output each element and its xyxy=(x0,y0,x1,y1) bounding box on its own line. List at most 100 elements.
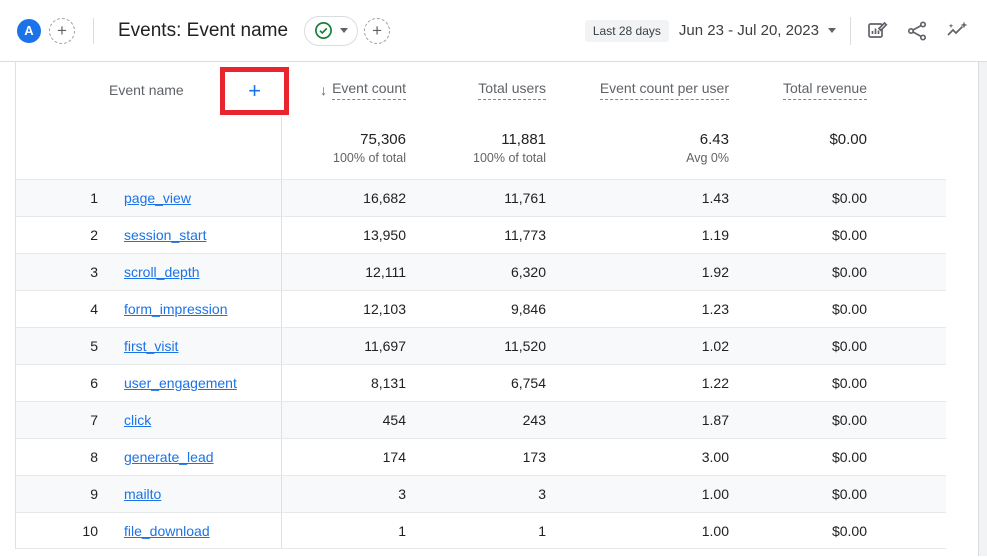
report-status-dropdown[interactable] xyxy=(304,16,358,46)
total-users-cell: 9,846 xyxy=(406,291,546,327)
date-range-badge: Last 28 days xyxy=(585,20,669,42)
table-row: 10 file_download 1 1 1.00 $0.00 xyxy=(16,512,946,549)
event-name-cell: 9 mailto xyxy=(16,476,282,512)
app-bar-right: Last 28 days Jun 23 - Jul 20, 2023 xyxy=(585,17,969,45)
table-row: 3 scroll_depth 12,111 6,320 1.92 $0.00 xyxy=(16,253,946,290)
total-users-cell: 243 xyxy=(406,402,546,438)
customize-report-icon[interactable] xyxy=(865,19,889,43)
row-rank: 9 xyxy=(61,486,98,502)
totals-event-count: 75,306 100% of total xyxy=(282,117,406,179)
plus-icon: + xyxy=(372,21,382,41)
count-per-user-cell: 1.87 xyxy=(546,402,729,438)
table-row: 7 click 454 243 1.87 $0.00 xyxy=(16,401,946,438)
avatar[interactable]: A xyxy=(17,19,41,43)
event-count-cell: 174 xyxy=(282,439,406,475)
event-name-link[interactable]: file_download xyxy=(124,523,210,539)
revenue-cell: $0.00 xyxy=(729,402,867,438)
event-count-cell: 3 xyxy=(282,476,406,512)
row-rank: 6 xyxy=(61,375,98,391)
event-name-link[interactable]: mailto xyxy=(124,486,161,502)
revenue-cell: $0.00 xyxy=(729,217,867,253)
event-name-link[interactable]: user_engagement xyxy=(124,375,237,391)
share-icon[interactable] xyxy=(905,19,929,43)
count-per-user-cell: 1.02 xyxy=(546,328,729,364)
row-rank: 4 xyxy=(61,301,98,317)
revenue-cell: $0.00 xyxy=(729,254,867,290)
revenue-cell: $0.00 xyxy=(729,513,867,548)
vertical-scrollbar[interactable] xyxy=(978,62,987,556)
event-count-cell: 12,111 xyxy=(282,254,406,290)
event-name-link[interactable]: scroll_depth xyxy=(124,264,200,280)
event-name-cell: 4 form_impression xyxy=(16,291,282,327)
count-per-user-cell: 1.22 xyxy=(546,365,729,401)
row-rank: 2 xyxy=(61,227,98,243)
chevron-down-icon[interactable] xyxy=(828,28,836,33)
event-count-cell: 12,103 xyxy=(282,291,406,327)
event-count-cell: 11,697 xyxy=(282,328,406,364)
row-rank: 8 xyxy=(61,449,98,465)
check-circle-icon xyxy=(314,21,333,40)
row-rank: 1 xyxy=(61,190,98,206)
table-row: 9 mailto 3 3 1.00 $0.00 xyxy=(16,475,946,512)
page-title: Events: Event name xyxy=(118,20,288,42)
event-name-link[interactable]: session_start xyxy=(124,227,206,243)
table-row: 1 page_view 16,682 11,761 1.43 $0.00 xyxy=(16,179,946,216)
app-bar: A + Events: Event name + Last 28 days Ju… xyxy=(0,0,987,62)
total-users-cell: 1 xyxy=(406,513,546,548)
insights-icon[interactable] xyxy=(945,19,969,43)
event-name-cell: 3 scroll_depth xyxy=(16,254,282,290)
revenue-cell: $0.00 xyxy=(729,328,867,364)
add-comparison-button[interactable]: + xyxy=(364,18,390,44)
table-body: 1 page_view 16,682 11,761 1.43 $0.00 2 s… xyxy=(16,179,946,549)
event-name-cell: 7 click xyxy=(16,402,282,438)
column-header-event-count: ↓ Event count xyxy=(282,80,406,100)
event-name-link[interactable]: generate_lead xyxy=(124,449,214,465)
table-header-row: Event name ↓ Event count Total users Eve… xyxy=(16,62,946,117)
red-highlight-box: + xyxy=(220,67,289,115)
row-rank: 3 xyxy=(61,264,98,280)
table-row: 5 first_visit 11,697 11,520 1.02 $0.00 xyxy=(16,327,946,364)
event-name-cell: 5 first_visit xyxy=(16,328,282,364)
report-content: Event name ↓ Event count Total users Eve… xyxy=(0,62,987,556)
add-column-button[interactable]: + xyxy=(248,80,261,102)
total-users-cell: 6,754 xyxy=(406,365,546,401)
event-name-link[interactable]: page_view xyxy=(124,190,191,206)
divider xyxy=(850,17,851,45)
row-rank: 7 xyxy=(61,412,98,428)
table-row: 6 user_engagement 8,131 6,754 1.22 $0.00 xyxy=(16,364,946,401)
total-users-cell: 173 xyxy=(406,439,546,475)
chevron-down-icon xyxy=(340,28,348,33)
row-rank: 10 xyxy=(61,523,98,539)
row-rank: 5 xyxy=(61,338,98,354)
event-name-cell: 8 generate_lead xyxy=(16,439,282,475)
revenue-cell: $0.00 xyxy=(729,180,867,216)
revenue-cell: $0.00 xyxy=(729,439,867,475)
plus-icon: + xyxy=(57,21,67,41)
count-per-user-cell: 1.19 xyxy=(546,217,729,253)
totals-total-users: 11,881 100% of total xyxy=(406,117,546,179)
revenue-cell: $0.00 xyxy=(729,291,867,327)
event-count-cell: 1 xyxy=(282,513,406,548)
count-per-user-cell: 3.00 xyxy=(546,439,729,475)
totals-row: 75,306 100% of total 11,881 100% of tota… xyxy=(16,117,946,179)
revenue-cell: $0.00 xyxy=(729,476,867,512)
total-users-cell: 3 xyxy=(406,476,546,512)
event-count-cell: 16,682 xyxy=(282,180,406,216)
totals-revenue: $0.00 xyxy=(729,117,867,179)
add-property-button[interactable]: + xyxy=(49,18,75,44)
event-name-link[interactable]: click xyxy=(124,412,151,428)
column-header-total-users: Total users xyxy=(406,80,546,100)
date-range-value[interactable]: Jun 23 - Jul 20, 2023 xyxy=(679,22,819,39)
column-header-event-count-per-user: Event count per user xyxy=(546,80,729,100)
table-row: 2 session_start 13,950 11,773 1.19 $0.00 xyxy=(16,216,946,253)
event-name-link[interactable]: first_visit xyxy=(124,338,178,354)
event-name-cell: 2 session_start xyxy=(16,217,282,253)
event-name-link[interactable]: form_impression xyxy=(124,301,227,317)
count-per-user-cell: 1.00 xyxy=(546,476,729,512)
event-name-cell: 1 page_view xyxy=(16,180,282,216)
column-header-total-revenue: Total revenue xyxy=(729,80,867,100)
event-count-cell: 13,950 xyxy=(282,217,406,253)
count-per-user-cell: 1.92 xyxy=(546,254,729,290)
count-per-user-cell: 1.00 xyxy=(546,513,729,548)
event-count-cell: 454 xyxy=(282,402,406,438)
